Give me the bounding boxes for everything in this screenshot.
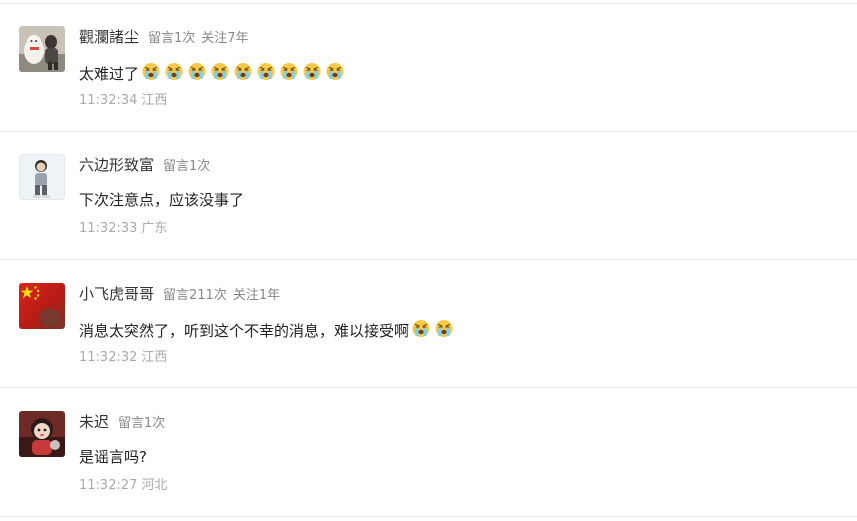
crying-face-icon [434,318,454,338]
comment-item: 六边形致富 留言1次 下次注意点，应该没事了 11:32:33 广东 [0,154,857,282]
nickname[interactable]: 小飞虎哥哥 [79,283,154,304]
comment-feed: 觀瀾諸尘 留言1次 关注7年 太难过了 11:32:34 江西 六边形致富 留言… [0,0,857,521]
divider [0,3,857,4]
crying-face-icon [164,61,184,81]
comment-count: 留言1次 [163,159,211,174]
comment-count: 留言211次 [163,288,227,303]
comment-location: 江西 [141,93,168,108]
comment-content: 是谣言吗? [79,446,147,467]
nickname[interactable]: 觀瀾諸尘 [79,26,139,47]
avatar[interactable] [19,411,65,457]
comment-item: 未迟 留言1次 是谣言吗? 11:32:27 河北 [0,411,857,521]
comment-text: 太难过了 [79,64,140,83]
comment-header: 觀瀾諸尘 留言1次 关注7年 [79,26,249,46]
comment-item: 小飞虎哥哥 留言211次 关注1年 消息太突然了，听到这个不幸的消息，难以接受啊… [0,283,857,411]
comment-item: 觀瀾諸尘 留言1次 关注7年 太难过了 11:32:34 江西 [0,26,857,154]
comment-time: 11:32:27 [79,478,138,493]
crying-face-icon [187,61,207,81]
divider [0,387,857,388]
comment-text: 下次注意点，应该没事了 [79,191,245,209]
comment-content: 下次注意点，应该没事了 [79,189,244,210]
comment-location: 江西 [141,350,168,365]
comment-time: 11:32:33 [79,221,138,236]
comment-count: 留言1次 [118,416,166,431]
follow-duration: 关注1年 [232,288,281,303]
comment-footer: 11:32:34 江西 [79,89,167,108]
comment-content: 太难过了 [79,61,345,85]
crying-face-icon [411,318,431,338]
emoji-row [139,61,345,85]
nickname[interactable]: 六边形致富 [79,154,154,175]
comment-text: 消息太突然了，听到这个不幸的消息，难以接受啊 [79,321,410,340]
comment-footer: 11:32:32 江西 [79,346,167,365]
nickname[interactable]: 未迟 [79,411,109,432]
avatar[interactable] [19,283,65,329]
comment-header: 未迟 留言1次 [79,411,165,431]
comment-location: 广东 [141,221,168,236]
crying-face-icon [210,61,230,81]
comment-count: 留言1次 [148,31,196,46]
emoji-row [409,318,454,342]
comment-time: 11:32:34 [79,93,138,108]
avatar[interactable] [19,26,65,72]
divider [0,259,857,260]
comment-text: 是谣言吗? [79,448,147,466]
comment-time: 11:32:32 [79,350,138,365]
crying-face-icon [233,61,253,81]
comment-header: 六边形致富 留言1次 [79,154,210,174]
follow-duration: 关注7年 [201,31,249,46]
crying-face-icon [141,61,161,81]
comment-header: 小飞虎哥哥 留言211次 关注1年 [79,283,280,303]
crying-face-icon [302,61,322,81]
avatar[interactable] [19,154,65,200]
comment-content: 消息太突然了，听到这个不幸的消息，难以接受啊 [79,318,454,342]
divider [0,516,857,517]
crying-face-icon [256,61,276,81]
comment-footer: 11:32:33 广东 [79,217,167,236]
divider [0,131,857,132]
crying-face-icon [279,61,299,81]
crying-face-icon [325,61,345,81]
comment-footer: 11:32:27 河北 [79,474,167,493]
comment-location: 河北 [141,478,168,493]
